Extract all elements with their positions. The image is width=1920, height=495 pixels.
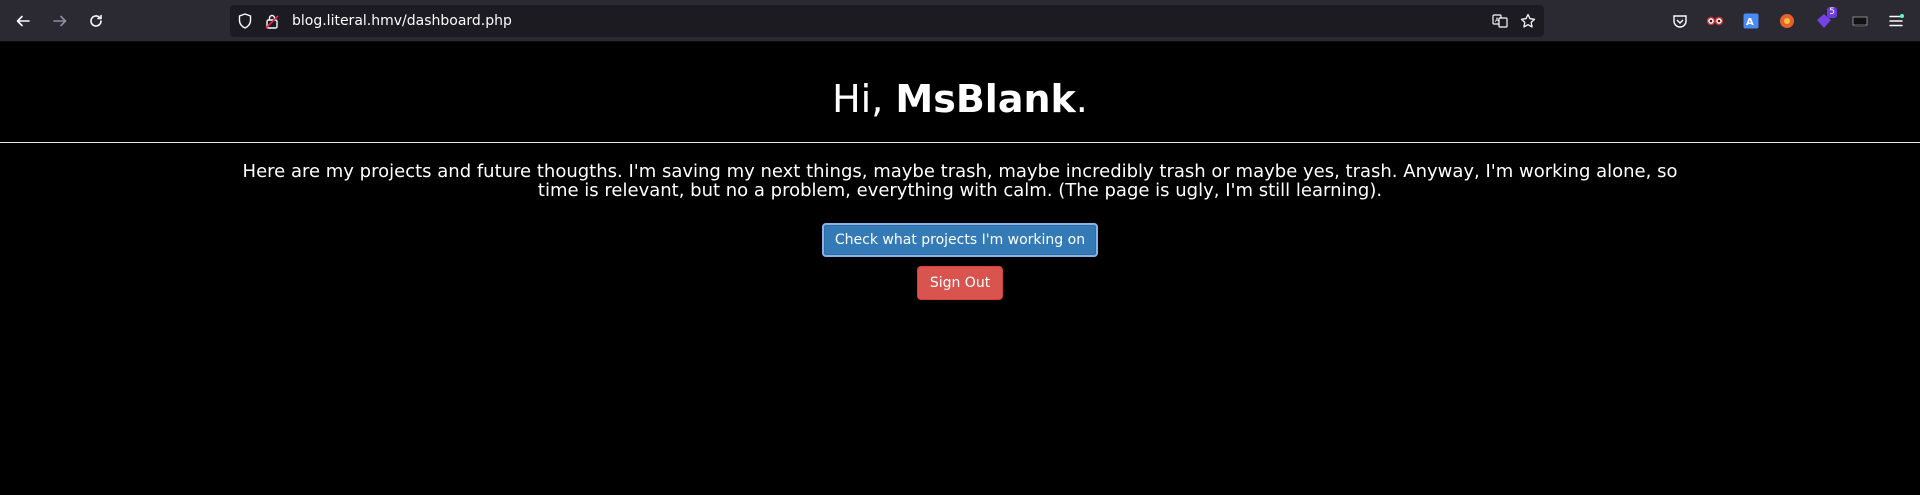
forward-button[interactable] [47,9,73,33]
wappalyzer-icon[interactable] [1851,12,1869,30]
arrow-right-icon [53,15,67,27]
arrow-left-icon [16,15,30,27]
url-bar[interactable]: blog.literal.hmv/dashboard.php A [230,5,1544,37]
browser-toolbar: blog.literal.hmv/dashboard.php A A 5 [0,0,1920,42]
reload-button[interactable] [83,9,109,33]
back-button[interactable] [10,9,36,33]
foxyproxy-icon[interactable] [1706,12,1724,30]
translate-icon[interactable]: A [1742,12,1760,30]
username: MsBlank [895,77,1076,121]
greeting-suffix: . [1075,77,1088,121]
greeting-heading: Hi, MsBlank. [0,77,1920,121]
page-content: Hi, MsBlank. Here are my projects and fu… [0,42,1920,495]
shield-icon[interactable] [237,13,253,29]
extension-badge-count: 5 [1827,7,1837,18]
greeting-prefix: Hi, [832,77,896,121]
firefox-relay-icon[interactable] [1778,12,1796,30]
divider [0,142,1920,143]
check-projects-button[interactable]: Check what projects I'm working on [822,223,1098,257]
intro-text: Here are my projects and future thougths… [242,161,1678,201]
pocket-icon[interactable] [1671,12,1689,30]
sign-out-button[interactable]: Sign Out [917,266,1003,300]
reload-icon [90,14,102,27]
svg-text:A: A [1746,17,1754,28]
bookmark-star-icon[interactable] [1520,13,1536,29]
lock-icon[interactable] [264,13,280,29]
translate-page-icon[interactable]: A [1492,13,1508,29]
menu-icon[interactable] [1887,12,1905,30]
extension-badge-icon[interactable]: 5 [1815,7,1837,30]
url-text[interactable]: blog.literal.hmv/dashboard.php [292,5,512,37]
